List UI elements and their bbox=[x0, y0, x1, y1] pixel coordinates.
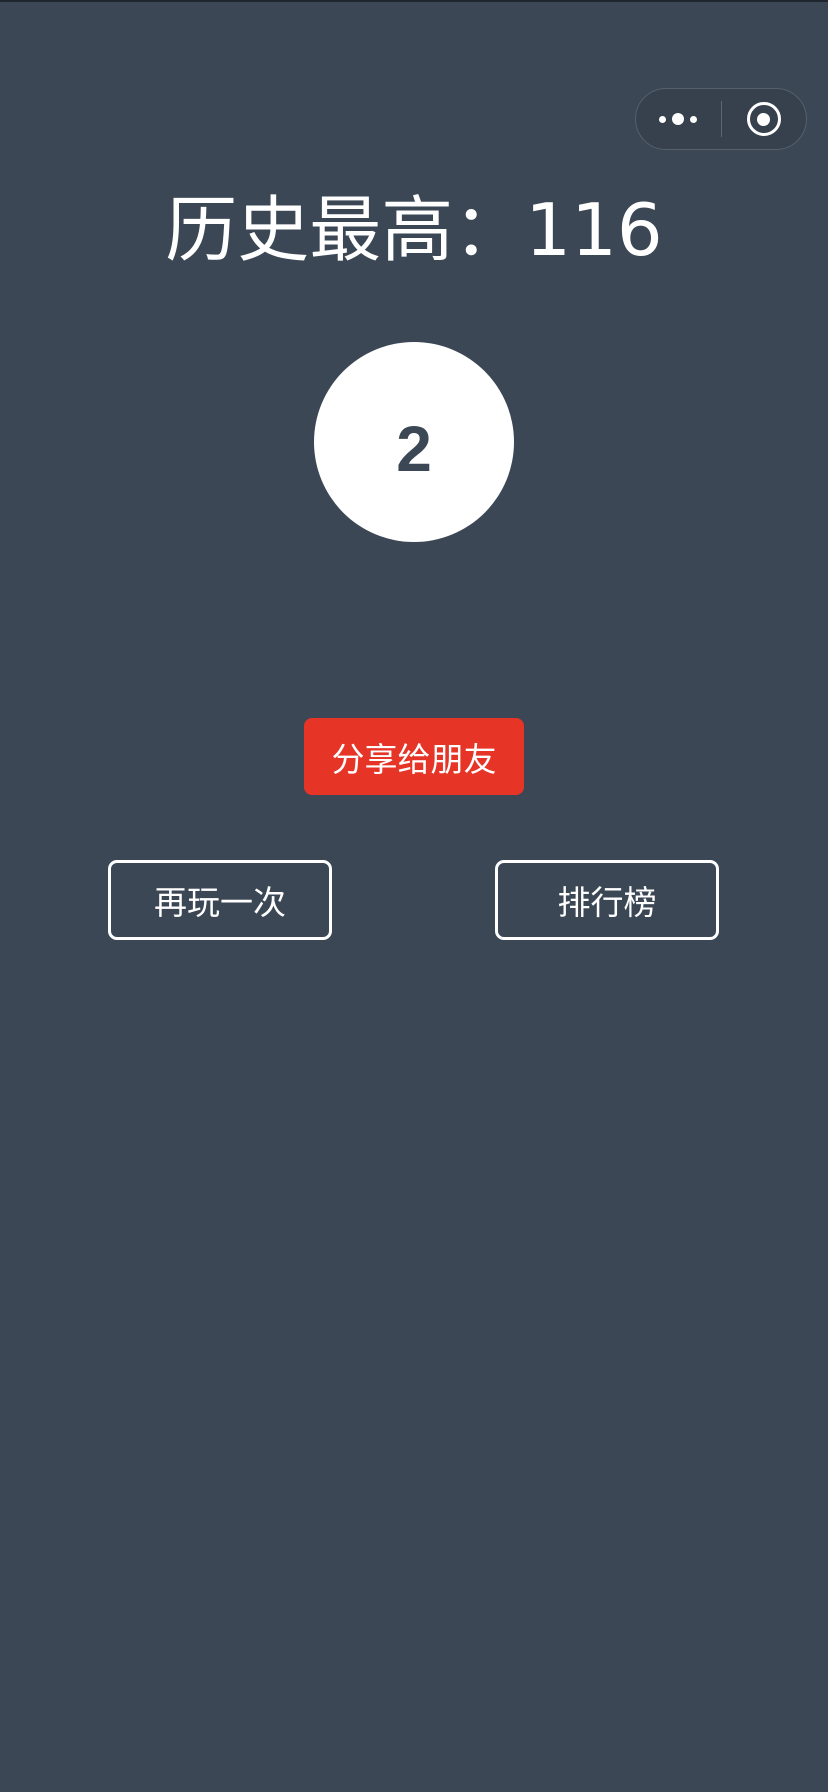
close-mini-program-button[interactable] bbox=[722, 89, 807, 149]
current-score-value: 2 bbox=[396, 413, 432, 485]
target-close-icon bbox=[746, 102, 781, 136]
top-border bbox=[0, 0, 828, 2]
best-score-value: 116 bbox=[525, 188, 663, 272]
more-menu-button[interactable] bbox=[636, 89, 721, 149]
best-score-title: 历史最高：116 bbox=[0, 188, 828, 272]
play-again-button[interactable]: 再玩一次 bbox=[108, 860, 332, 940]
leaderboard-button[interactable]: 排行榜 bbox=[495, 860, 719, 940]
best-score-label: 历史最高： bbox=[165, 188, 526, 272]
share-to-friend-button[interactable]: 分享给朋友 bbox=[304, 718, 524, 795]
mini-program-capsule bbox=[635, 88, 807, 150]
current-score-circle: 2 bbox=[314, 342, 514, 542]
more-dots-icon bbox=[659, 113, 698, 125]
